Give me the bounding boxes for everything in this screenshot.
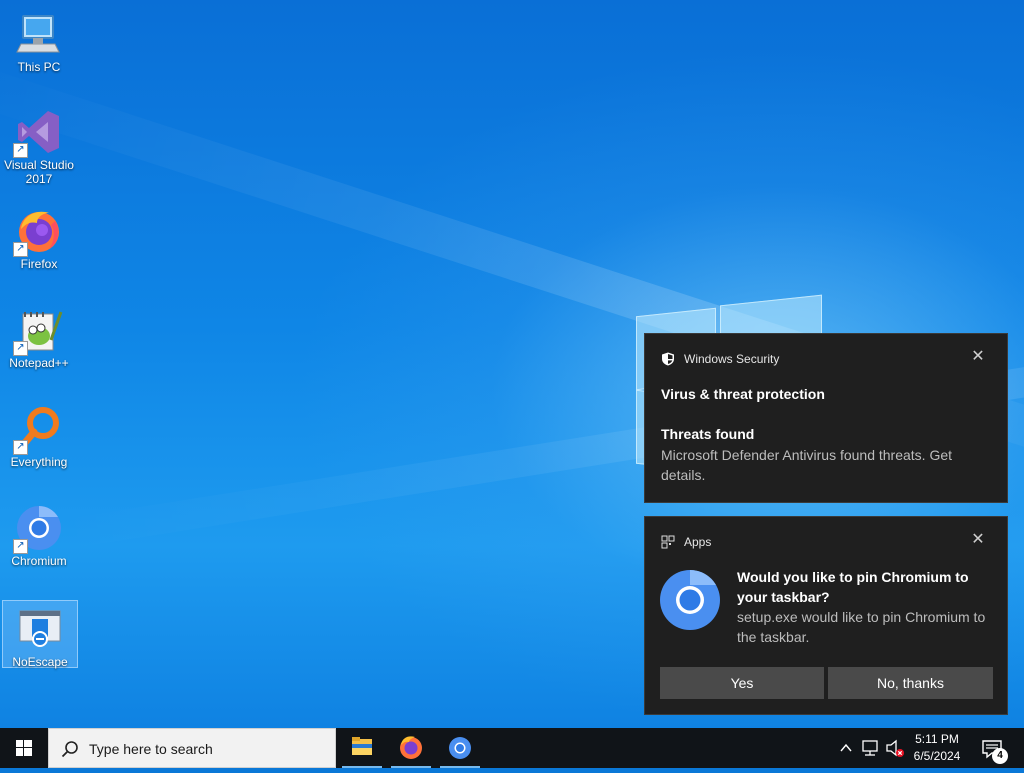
taskbar-firefox[interactable] [387, 728, 435, 768]
notification-app-name: Apps [684, 535, 712, 549]
security-notification[interactable]: Windows Security ✕ Virus & threat protec… [644, 333, 1008, 503]
desktop-icon-label: Firefox [20, 257, 58, 271]
chevron-up-icon [840, 743, 852, 752]
everything-icon: ↗ [13, 405, 63, 455]
notification-header: Windows Security [661, 352, 779, 366]
chromium-icon [660, 570, 720, 630]
notification-header: Apps [661, 535, 711, 549]
desktop-icon-label: Chromium [11, 554, 67, 568]
notification-app-name: Windows Security [684, 352, 780, 366]
network-icon [862, 740, 878, 756]
desktop-icon-label: This PC [17, 60, 61, 74]
file-explorer-icon [352, 737, 372, 755]
desktop-icon-everything[interactable]: ↗ Everything [2, 401, 76, 469]
shortcut-arrow-icon: ↗ [13, 341, 28, 356]
shortcut-arrow-icon: ↗ [13, 143, 28, 158]
close-icon[interactable]: ✕ [969, 531, 987, 549]
start-button[interactable] [0, 728, 48, 768]
desktop-icon-label: Notepad++ [9, 356, 69, 370]
notification-title: Virus & threat protection [661, 386, 825, 402]
desktop-icon-label: Visual Studio 2017 [4, 158, 74, 186]
show-hidden-icons-button[interactable] [836, 728, 856, 768]
taskbar: Type here to search 5:11 PM 6/5/2024 [0, 728, 1024, 768]
chromium-icon: ↗ [13, 504, 63, 554]
notification-body: Microsoft Defender Antivirus found threa… [661, 447, 953, 483]
apps-icon [661, 535, 675, 549]
close-icon[interactable]: ✕ [969, 348, 987, 366]
this-pc-icon [15, 10, 63, 58]
search-box[interactable]: Type here to search [48, 728, 336, 768]
taskbar-chromium[interactable] [436, 728, 484, 768]
network-status-button[interactable] [860, 728, 882, 768]
no-thanks-button[interactable]: No, thanks [828, 667, 993, 699]
visual-studio-icon: ↗ [13, 108, 63, 158]
desktop-icon-visual-studio[interactable]: ↗ Visual Studio 2017 [2, 104, 76, 186]
yes-button[interactable]: Yes [660, 667, 824, 699]
taskbar-file-explorer[interactable] [338, 728, 386, 768]
search-icon [61, 741, 78, 758]
shortcut-arrow-icon: ↗ [13, 539, 28, 554]
notification-subtitle: Threats found [661, 426, 755, 442]
firefox-icon [400, 736, 422, 759]
windows-start-icon [16, 740, 32, 756]
chromium-icon [449, 737, 471, 759]
pin-app-notification[interactable]: Apps ✕ Would you like to pin Chromium to… [644, 516, 1008, 715]
desktop-icon-noescape[interactable]: NoEscape [2, 600, 78, 669]
desktop-icon-chromium[interactable]: ↗ Chromium [2, 500, 76, 568]
notification-body: setup.exe would like to pin Chromium to … [737, 609, 986, 645]
shortcut-arrow-icon: ↗ [13, 242, 28, 257]
notification-title: Would you like to pin Chromium to your t… [737, 569, 969, 605]
notification-count-badge: 4 [992, 748, 1008, 764]
clock-date: 6/5/2024 [913, 749, 961, 763]
clock-time: 5:11 PM [915, 732, 959, 746]
desktop-icon-label: NoEscape [12, 655, 68, 669]
notepadpp-icon: ↗ [13, 306, 63, 356]
desktop-icon-this-pc[interactable]: This PC [2, 6, 76, 74]
clock-button[interactable]: 5:11 PM 6/5/2024 [902, 731, 972, 765]
desktop-icon-firefox[interactable]: ↗ Firefox [2, 203, 76, 271]
firefox-icon: ↗ [13, 207, 63, 257]
shield-icon [662, 352, 674, 366]
search-placeholder: Type here to search [89, 741, 213, 757]
noescape-icon [16, 605, 64, 653]
desktop-icon-label: Everything [10, 455, 68, 469]
desktop-icon-notepadpp[interactable]: ↗ Notepad++ [2, 302, 76, 370]
shortcut-arrow-icon: ↗ [13, 440, 28, 455]
